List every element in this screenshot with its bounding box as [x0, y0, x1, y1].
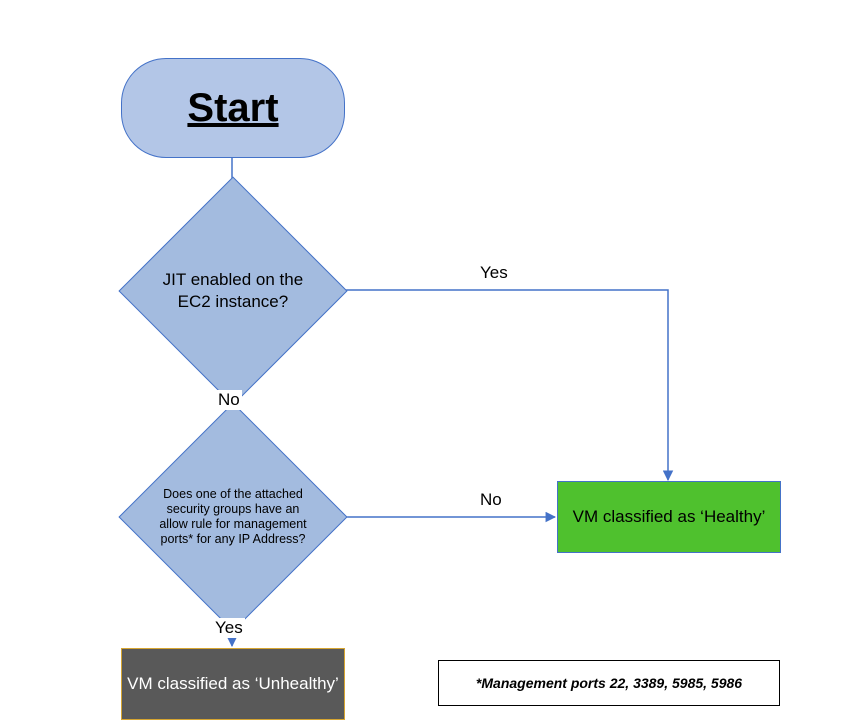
start-label: Start	[187, 86, 278, 131]
decision-sg-rule: Does one of the attached security groups…	[118, 402, 347, 631]
start-node: Start	[121, 58, 345, 158]
result-healthy: VM classified as ‘Healthy’	[557, 481, 781, 553]
result-unhealthy-label: VM classified as ‘Unhealthy’	[127, 673, 339, 695]
edge-label-d1-yes: Yes	[478, 263, 510, 283]
edge-label-d1-no: No	[216, 390, 242, 410]
edge-label-d2-no: No	[478, 490, 504, 510]
decision-sg-label: Does one of the attached security groups…	[153, 487, 313, 547]
result-healthy-label: VM classified as ‘Healthy’	[573, 506, 766, 528]
footnote-box: *Management ports 22, 3389, 5985, 5986	[438, 660, 780, 706]
decision-jit-label: JIT enabled on the EC2 instance?	[153, 269, 313, 313]
decision-jit-enabled: JIT enabled on the EC2 instance?	[118, 176, 347, 405]
footnote-text: *Management ports 22, 3389, 5985, 5986	[476, 675, 742, 691]
edge-label-d2-yes: Yes	[213, 618, 245, 638]
result-unhealthy: VM classified as ‘Unhealthy’	[121, 648, 345, 720]
